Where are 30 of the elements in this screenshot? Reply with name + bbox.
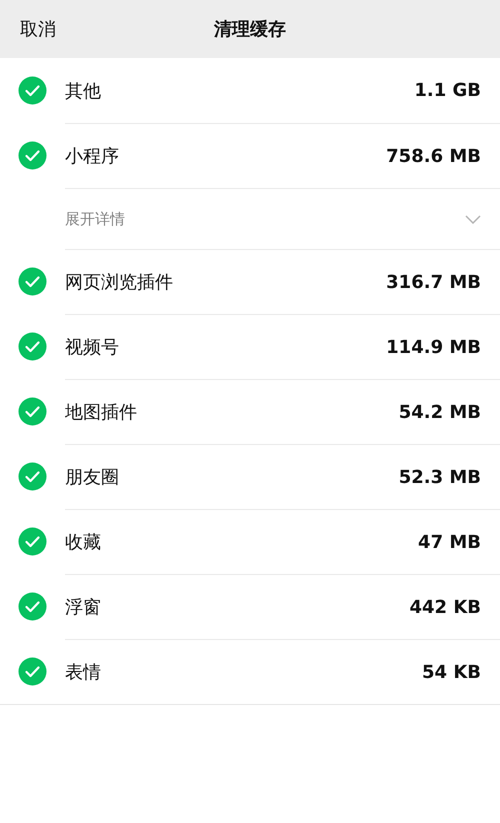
cache-size: 1.1 GB: [414, 80, 481, 101]
cache-size: 52.3 MB: [398, 466, 481, 488]
cache-size: 316.7 MB: [386, 272, 481, 292]
cache-item-name: 朋友圈: [65, 466, 119, 489]
cache-item-name: 收藏: [65, 531, 101, 554]
checked-icon[interactable]: [18, 657, 47, 686]
cache-size: 54.2 MB: [398, 402, 481, 422]
checked-icon[interactable]: [18, 76, 47, 105]
checked-icon[interactable]: [18, 332, 47, 361]
cache-size: 114.9 MB: [386, 336, 481, 358]
cache-size: 47 MB: [418, 532, 481, 552]
cancel-button[interactable]: 取消: [20, 17, 56, 41]
cache-size: 442 KB: [409, 596, 481, 618]
checked-icon[interactable]: [18, 141, 47, 170]
cache-size: 758.6 MB: [386, 146, 481, 166]
cache-size: 54 KB: [422, 662, 481, 682]
cache-item-name: 视频号: [65, 336, 119, 359]
checked-icon[interactable]: [18, 397, 47, 426]
checked-icon[interactable]: [18, 267, 47, 296]
checked-icon[interactable]: [18, 462, 47, 491]
expand-details-toggle[interactable]: 展开详情: [65, 188, 500, 249]
cache-item-name: 其他: [65, 80, 101, 102]
cache-item-name: 浮窗: [65, 596, 101, 619]
cache-item-name: 小程序: [65, 145, 119, 168]
page-title: 清理缓存: [214, 18, 286, 41]
cache-item-name: 网页浏览插件: [65, 271, 173, 294]
cache-item-name: 表情: [65, 661, 101, 684]
checked-icon[interactable]: [18, 592, 47, 621]
cache-item-name: 地图插件: [65, 401, 137, 424]
checked-icon[interactable]: [18, 527, 47, 556]
